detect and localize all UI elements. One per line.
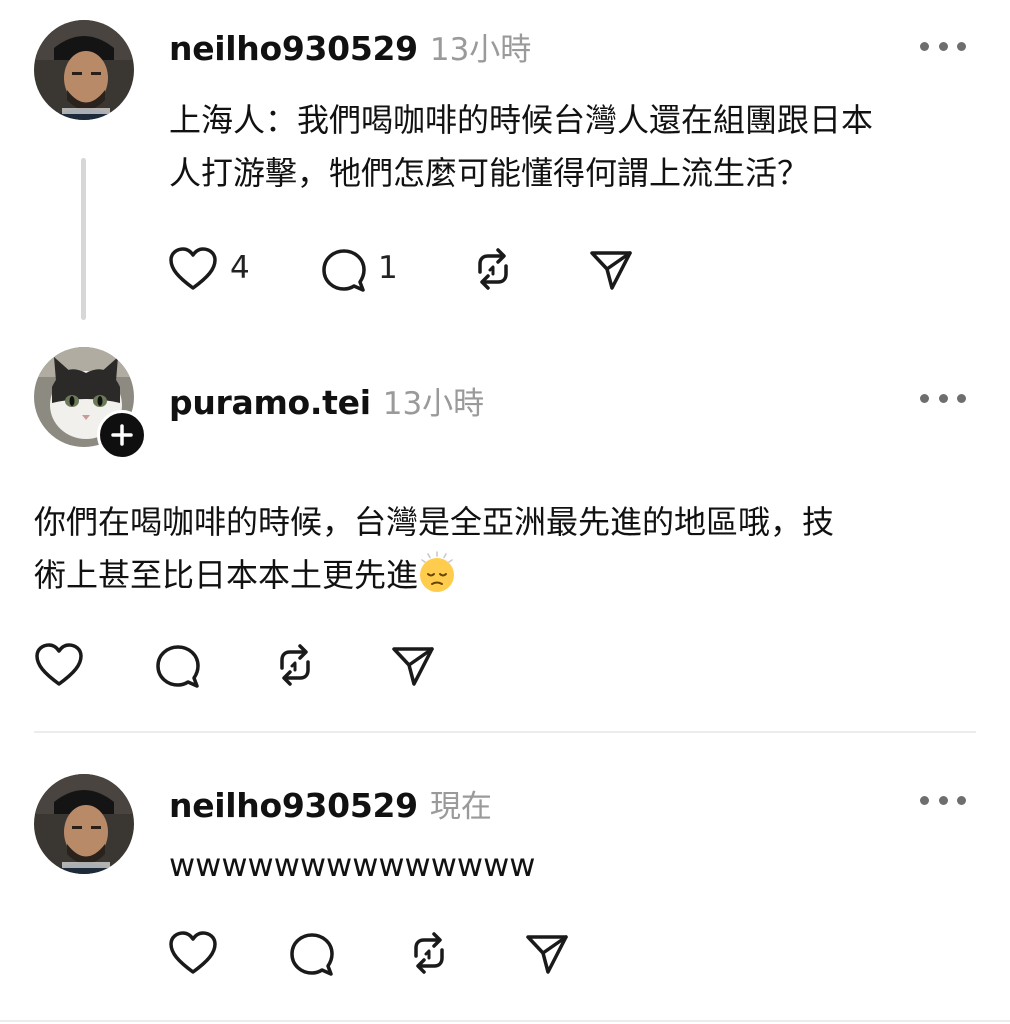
pensive-face-emoji: [420, 551, 455, 592]
share-button[interactable]: [524, 932, 570, 976]
username[interactable]: neilho930529: [169, 786, 418, 825]
heart-icon: [169, 931, 217, 974]
post-text-segment: 術上甚至比日本本土更先進: [34, 556, 419, 594]
follow-button[interactable]: [97, 410, 147, 460]
post-text-line: 上海人：我們喝咖啡的時候台灣人還在組團跟日本: [169, 101, 874, 139]
post-text-line: 人打游擊，牠們怎麼可能懂得何謂上流生活？: [169, 154, 810, 192]
share-button[interactable]: [588, 248, 634, 292]
avatar-neilho930529[interactable]: [34, 774, 134, 874]
post-text-line-2: 術上甚至比日本本土更先進: [34, 549, 984, 602]
like-button[interactable]: [168, 930, 218, 976]
more-icon[interactable]: [920, 39, 966, 53]
post-1-text: 上海人：我們喝咖啡的時候台灣人還在組團跟日本 人打游擊，牠們怎麼可能懂得何謂上流…: [169, 94, 969, 200]
repost-button[interactable]: [406, 930, 452, 976]
timestamp: 現在: [429, 789, 492, 825]
reply-count: 1: [378, 250, 398, 286]
repost-icon: [280, 644, 310, 686]
post-3-header: neilho930529 現在: [169, 781, 492, 826]
comment-icon: [156, 645, 200, 688]
post-text-line: 你們在喝咖啡的時候，台灣是全亞洲最先進的地區哦，技: [34, 503, 835, 541]
repost-icon: [478, 248, 508, 290]
divider: [34, 731, 976, 733]
like-count: 4: [230, 250, 250, 286]
send-icon: [392, 647, 434, 686]
like-button[interactable]: [34, 642, 84, 688]
heart-icon: [169, 247, 217, 290]
reply-button[interactable]: [320, 246, 368, 294]
timestamp: 13小時: [429, 32, 532, 68]
timestamp: 13小時: [382, 386, 485, 422]
repost-icon: [414, 932, 444, 974]
username[interactable]: neilho930529: [169, 29, 418, 68]
thread-connector-line: [81, 158, 86, 320]
reply-button[interactable]: [288, 930, 336, 978]
post-1-header: neilho930529 13小時: [169, 24, 531, 69]
comment-icon: [290, 933, 334, 976]
share-button[interactable]: [390, 644, 436, 688]
send-icon: [590, 251, 632, 290]
like-button[interactable]: [168, 246, 218, 292]
plus-icon: [111, 424, 133, 446]
repost-button[interactable]: [470, 246, 516, 292]
more-icon[interactable]: [920, 391, 966, 405]
divider: [0, 1020, 1010, 1022]
heart-icon: [35, 643, 83, 686]
more-icon[interactable]: [920, 793, 966, 807]
post-3-text: wwwwwwwwwwwwww: [169, 839, 969, 892]
send-icon: [526, 935, 568, 974]
repost-button[interactable]: [272, 642, 318, 688]
post-text-line: wwwwwwwwwwwwww: [169, 846, 536, 884]
avatar-neilho930529[interactable]: [34, 20, 134, 120]
username[interactable]: puramo.tei: [169, 383, 371, 422]
comment-icon: [322, 249, 366, 292]
post-2-header: puramo.tei 13小時: [169, 378, 484, 423]
reply-button[interactable]: [154, 642, 202, 690]
post-2-text: 你們在喝咖啡的時候，台灣是全亞洲最先進的地區哦，技 術上甚至比日本本土更先進: [34, 496, 984, 602]
